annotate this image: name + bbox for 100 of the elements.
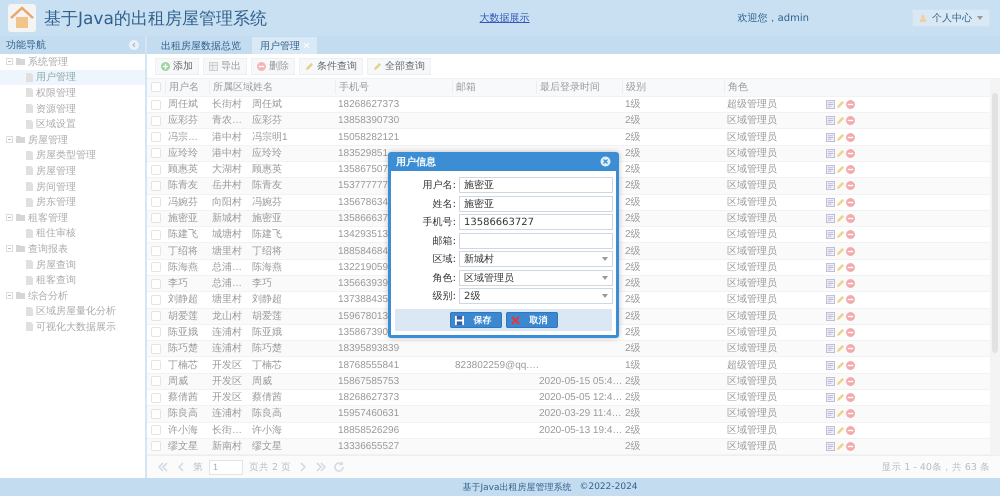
form-icon[interactable] <box>826 393 835 402</box>
tree-item[interactable]: 区域设置 <box>0 116 145 132</box>
form-icon[interactable] <box>826 100 835 110</box>
cancel-button[interactable]: 取消 <box>506 312 558 328</box>
toolbar-button[interactable]: 添加 <box>155 58 199 74</box>
row-checkbox[interactable] <box>151 408 161 419</box>
tree-item[interactable]: 可视化大数据展示 <box>0 319 145 335</box>
select-field[interactable]: 2级 <box>459 288 613 304</box>
tab[interactable]: 用户管理 <box>252 37 317 54</box>
tree-item[interactable]: 权限管理 <box>0 85 145 101</box>
form-icon[interactable] <box>826 148 835 158</box>
input-field[interactable] <box>459 232 613 248</box>
row-checkbox[interactable] <box>151 262 161 272</box>
form-icon[interactable] <box>826 198 835 207</box>
form-icon[interactable] <box>826 409 835 418</box>
row-checkbox[interactable] <box>151 100 161 110</box>
row-checkbox[interactable] <box>151 278 161 289</box>
input-field[interactable]: 施密亚 <box>459 177 613 193</box>
select-all-checkbox[interactable] <box>151 82 161 92</box>
row-checkbox[interactable] <box>151 246 161 256</box>
minus-circle-icon[interactable] <box>846 262 855 272</box>
row-checkbox[interactable] <box>151 180 161 191</box>
minus-circle-icon[interactable] <box>846 230 855 240</box>
tree-group[interactable]: 租客管理 <box>0 210 145 226</box>
minus-circle-icon[interactable] <box>846 442 855 451</box>
minus-circle-icon[interactable] <box>846 198 855 207</box>
form-icon[interactable] <box>826 230 835 240</box>
row-checkbox[interactable] <box>151 327 161 338</box>
big-data-link[interactable]: 大数据展示 <box>480 11 530 25</box>
minus-circle-icon[interactable] <box>846 165 855 174</box>
minus-circle-icon[interactable] <box>846 132 855 142</box>
tree-item[interactable]: 用户管理 <box>0 70 145 86</box>
tree-group[interactable]: 房屋管理 <box>0 132 145 148</box>
minus-circle-icon[interactable] <box>846 393 855 402</box>
minus-circle-icon[interactable] <box>846 376 855 386</box>
form-icon[interactable] <box>826 442 835 451</box>
form-icon[interactable] <box>826 376 835 386</box>
page-input[interactable]: 1 <box>209 460 243 474</box>
form-icon[interactable] <box>826 328 835 337</box>
form-icon[interactable] <box>826 312 835 321</box>
tree-item[interactable]: 区域房屋量化分析 <box>0 304 145 320</box>
toolbar-button[interactable]: 全部查询 <box>367 58 431 74</box>
scrollbar[interactable] <box>990 79 1000 455</box>
minus-circle-icon[interactable] <box>846 181 855 190</box>
row-checkbox[interactable] <box>151 197 161 208</box>
tree-group[interactable]: 查询报表 <box>0 241 145 257</box>
save-button[interactable]: 保存 <box>450 312 502 328</box>
minus-circle-icon[interactable] <box>846 148 855 158</box>
form-icon[interactable] <box>826 246 835 256</box>
close-icon[interactable] <box>600 156 611 167</box>
close-icon[interactable] <box>304 43 309 48</box>
row-checkbox[interactable] <box>151 360 161 370</box>
tree-item[interactable]: 房屋管理 <box>0 163 145 179</box>
tree-item[interactable]: 房东管理 <box>0 194 145 210</box>
row-checkbox[interactable] <box>151 132 161 142</box>
minus-circle-icon[interactable] <box>846 246 855 256</box>
form-icon[interactable] <box>826 295 835 304</box>
form-icon[interactable] <box>826 181 835 190</box>
tree-item[interactable]: 房间管理 <box>0 178 145 194</box>
user-center-button[interactable]: 个人中心 <box>912 9 990 27</box>
select-field[interactable]: 新城村 <box>459 251 613 267</box>
form-icon[interactable] <box>826 262 835 272</box>
form-icon[interactable] <box>826 344 835 354</box>
tree-group[interactable]: 系统管理 <box>0 54 145 70</box>
row-checkbox[interactable] <box>151 311 161 322</box>
minus-circle-icon[interactable] <box>846 426 855 435</box>
collapse-icon[interactable] <box>129 40 139 50</box>
tree-item[interactable]: 房屋类型管理 <box>0 148 145 164</box>
form-icon[interactable] <box>826 132 835 142</box>
tree-group[interactable]: 综合分析 <box>0 288 145 304</box>
select-field[interactable]: 区域管理员 <box>459 270 613 286</box>
minus-circle-icon[interactable] <box>846 312 855 321</box>
toolbar-button[interactable]: 条件查询 <box>299 58 363 74</box>
row-checkbox[interactable] <box>151 344 161 354</box>
form-icon[interactable] <box>826 165 835 174</box>
form-icon[interactable] <box>826 116 835 126</box>
form-icon[interactable] <box>826 360 835 370</box>
form-icon[interactable] <box>826 426 835 435</box>
row-checkbox[interactable] <box>151 148 161 158</box>
row-checkbox[interactable] <box>151 425 161 436</box>
row-checkbox[interactable] <box>151 441 161 452</box>
row-checkbox[interactable] <box>151 376 161 386</box>
row-checkbox[interactable] <box>151 294 161 305</box>
row-checkbox[interactable] <box>151 230 161 240</box>
minus-circle-icon[interactable] <box>846 214 855 223</box>
minus-circle-icon[interactable] <box>846 328 855 337</box>
minus-circle-icon[interactable] <box>846 295 855 304</box>
input-field[interactable]: 施密亚 <box>459 196 613 212</box>
input-field[interactable]: 13586663727 <box>459 214 613 230</box>
refresh-button[interactable] <box>333 461 346 473</box>
row-checkbox[interactable] <box>151 213 161 224</box>
minus-circle-icon[interactable] <box>846 409 855 418</box>
tree-item[interactable]: 房屋查询 <box>0 256 145 272</box>
form-icon[interactable] <box>826 214 835 223</box>
tree-item[interactable]: 租住审核 <box>0 226 145 242</box>
tree-item[interactable]: 资源管理 <box>0 100 145 116</box>
row-checkbox[interactable] <box>151 392 161 403</box>
tree-item[interactable]: 租客查询 <box>0 272 145 288</box>
minus-circle-icon[interactable] <box>846 279 855 288</box>
tab[interactable]: 出租房屋数据总览 <box>153 37 249 54</box>
